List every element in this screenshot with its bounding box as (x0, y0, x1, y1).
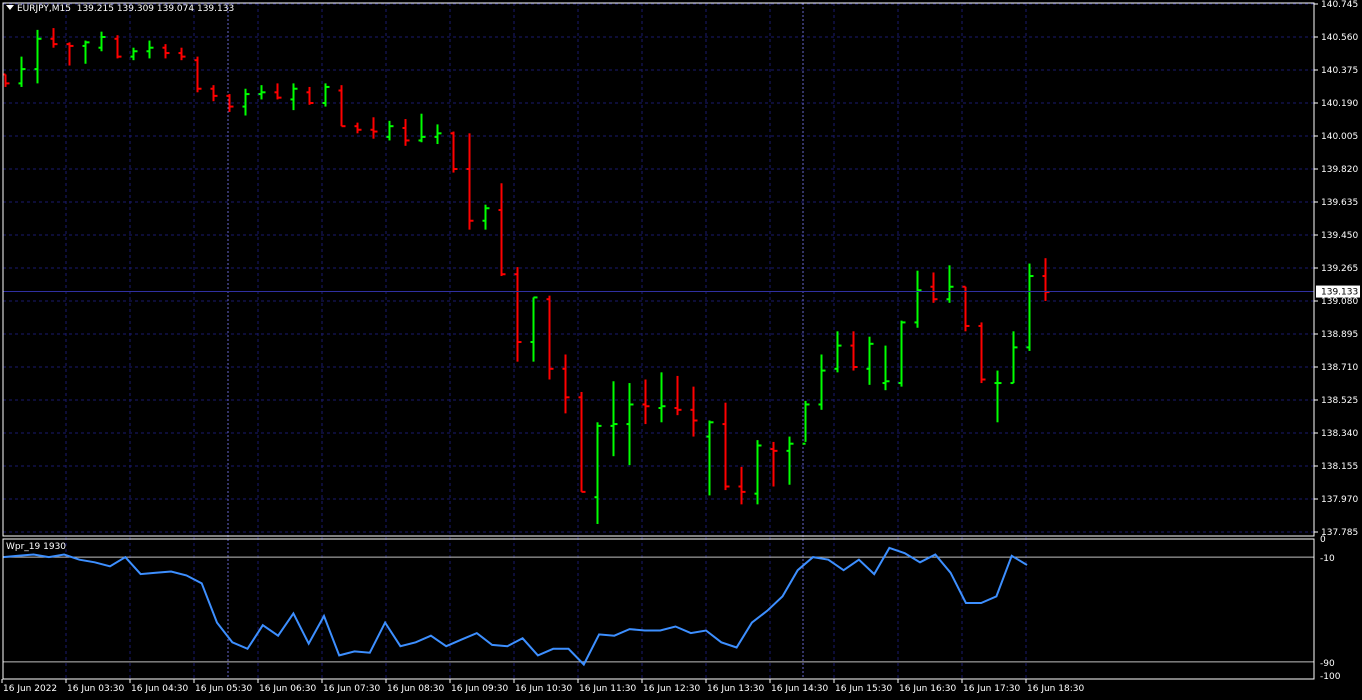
x-tick-label: 16 Jun 09:30 (451, 684, 508, 694)
wpr-level-label: -90 (1320, 659, 1335, 669)
y-tick-label: 138.340 (1321, 429, 1358, 439)
header-dropdown-icon[interactable] (6, 5, 14, 10)
y-tick-label: 140.190 (1321, 99, 1358, 109)
x-tick-label: 16 Jun 07:30 (323, 684, 380, 694)
wpr-level-label: -10 (1320, 554, 1335, 564)
x-tick-label: 16 Jun 16:30 (899, 684, 956, 694)
x-tick-label: 16 Jun 08:30 (387, 684, 444, 694)
y-tick-label: 140.745 (1321, 0, 1358, 10)
y-tick-label: 138.525 (1321, 396, 1358, 406)
indicator-header: Wpr_19 1930 (6, 542, 66, 552)
y-tick-label: 138.155 (1321, 462, 1358, 472)
x-tick-label: 16 Jun 15:30 (835, 684, 892, 694)
y-tick-label: 138.710 (1321, 363, 1358, 373)
x-tick-label: 16 Jun 17:30 (963, 684, 1020, 694)
y-tick-label: 139.080 (1321, 297, 1358, 307)
chart-background (0, 0, 1362, 700)
y-tick-label: 139.635 (1321, 198, 1358, 208)
y-tick-label: 137.785 (1321, 528, 1358, 538)
y-tick-label: 139.820 (1321, 165, 1358, 175)
x-tick-label: 16 Jun 03:30 (67, 684, 124, 694)
y-tick-label: 138.895 (1321, 330, 1358, 340)
chart-header: EURJPY,M15 139.215 139.309 139.074 139.1… (6, 4, 234, 14)
y-tick-label: 137.970 (1321, 495, 1358, 505)
ohlc-readout: 139.215 139.309 139.074 139.133 (76, 4, 235, 14)
wpr-level-label: -100 (1320, 672, 1341, 682)
x-tick-label: 16 Jun 11:30 (579, 684, 636, 694)
x-tick-label: 16 Jun 18:30 (1027, 684, 1084, 694)
x-tick-label: 16 Jun 12:30 (643, 684, 700, 694)
y-tick-label: 139.450 (1321, 231, 1358, 241)
chart-window[interactable]: 139.133 140.745140.560140.375140.190140.… (0, 0, 1362, 700)
symbol-label: EURJPY,M15 (17, 4, 71, 14)
x-tick-label: 16 Jun 2022 (3, 684, 57, 694)
y-tick-label: 139.265 (1321, 264, 1358, 274)
x-tick-label: 16 Jun 14:30 (771, 684, 828, 694)
y-tick-label: 140.560 (1321, 33, 1358, 43)
x-tick-label: 16 Jun 05:30 (195, 684, 252, 694)
wpr-level-label: 0 (1320, 535, 1326, 545)
x-tick-label: 16 Jun 06:30 (259, 684, 316, 694)
x-tick-label: 16 Jun 13:30 (707, 684, 764, 694)
x-tick-label: 16 Jun 10:30 (515, 684, 572, 694)
y-tick-label: 140.375 (1321, 66, 1358, 76)
indicator-label: Wpr_19 1930 (6, 542, 67, 552)
x-tick-label: 16 Jun 04:30 (131, 684, 188, 694)
y-tick-label: 140.005 (1321, 132, 1358, 142)
